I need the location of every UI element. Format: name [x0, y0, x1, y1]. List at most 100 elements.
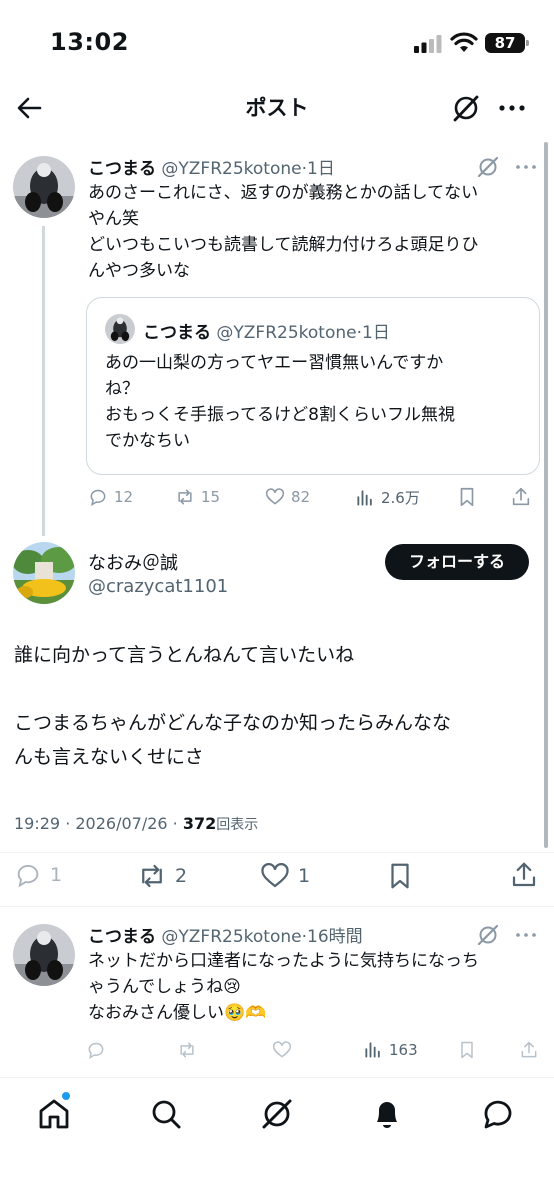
more-options-icon[interactable] [514, 155, 538, 179]
quoted-tweet[interactable]: こつまる @YZFR25kotone·1日 あの一山梨の方ってヤエー習慣無いんで… [86, 297, 540, 475]
tweet-text-line: こつまるちゃんがどんな子なのか知ったらみんなな [14, 712, 452, 734]
wifi-icon [450, 32, 478, 52]
search-icon[interactable] [148, 1096, 184, 1132]
grok-icon[interactable] [476, 923, 500, 947]
bookmark-icon[interactable] [456, 486, 478, 508]
tweet-text: 誰に向かって言うとんねんて言いたいね こつまるちゃんがどんな子なのか知ったらみん… [14, 638, 534, 774]
like-button[interactable]: 82 [265, 487, 310, 507]
author-name[interactable]: こつまる [88, 159, 156, 179]
tweet-text-line: 誰に向かって言うとんねんて言いたいね [14, 644, 355, 666]
quoted-text-line: おもっくそ手振ってるけど8割くらいフル無視 [105, 405, 455, 425]
notification-dot [62, 1092, 70, 1100]
garden-avatar-image [13, 542, 75, 604]
reply-icon[interactable] [86, 1040, 106, 1060]
divider [0, 852, 554, 853]
retweet-button[interactable]: 2 [137, 861, 187, 891]
quoted-tweet-text: あの一山梨の方ってヤエー習慣無いんですか ね？ おもっくそ手振ってるけど8割くら… [105, 350, 525, 454]
quoted-author-name: こつまる [143, 323, 211, 343]
quoted-author-handle: @YZFR25kotone [216, 323, 357, 343]
share-icon[interactable] [510, 486, 532, 508]
status-time: 13:02 [50, 28, 129, 56]
more-options-icon[interactable] [496, 92, 528, 124]
like-count: 82 [291, 488, 311, 506]
reply-button[interactable]: 12 [88, 487, 133, 507]
heart-icon [265, 488, 285, 505]
tweet-author-row[interactable]: こつまる @YZFR25kotone·1日 [88, 154, 335, 179]
views-chart-icon [365, 1042, 380, 1058]
author-name[interactable]: こつまる [88, 927, 156, 947]
tweet-text-line: やん笑 [88, 209, 139, 229]
notifications-bell-icon[interactable] [369, 1096, 405, 1132]
tweet-meta: 19:29 · 2026/07/26 · 372回表示 [14, 814, 258, 834]
tweet-time: 16時間 [307, 927, 363, 947]
tweet-timestamp: 19:29 · 2026/07/26 · [14, 814, 183, 833]
retweet-count: 2 [175, 865, 188, 887]
retweet-button[interactable]: 15 [175, 487, 220, 507]
retweet-icon[interactable] [177, 1040, 197, 1060]
avatar[interactable] [13, 156, 75, 218]
retweet-count: 15 [201, 488, 221, 506]
grok-icon[interactable] [450, 92, 482, 124]
bookmark-icon[interactable] [385, 861, 415, 891]
tweet-text-line [14, 672, 534, 706]
home-icon[interactable] [36, 1096, 72, 1132]
tweet-text-line: ネットだから口達者になったように気持ちになっち [88, 951, 479, 971]
share-icon[interactable] [519, 1040, 539, 1060]
bottom-navigation [0, 1077, 554, 1200]
retweet-icon [178, 489, 192, 505]
header: ポスト [0, 80, 554, 136]
divider [0, 906, 554, 907]
thread-line [42, 226, 45, 536]
share-icon[interactable] [509, 860, 539, 890]
view-count: 2.6万 [381, 489, 420, 507]
more-options-icon[interactable] [514, 923, 538, 947]
tweet-text-line: なおみさん優しい🥹🫶 [88, 1003, 267, 1023]
tweet-text-line: んも言えないくせにさ [14, 746, 204, 768]
quoted-tweet-time: 1日 [362, 323, 390, 343]
quoted-text-line: でかなちい [105, 431, 190, 451]
tweet-text: あのさーこれにさ、返すのが義務とかの話してない やん笑 どいつもこいつも読書して… [88, 180, 538, 284]
views-button[interactable]: 163 [363, 1040, 418, 1060]
reply-count: 12 [114, 488, 134, 506]
motorcycle-avatar-image [105, 314, 135, 344]
reply-button[interactable]: 1 [14, 861, 62, 889]
avatar[interactable] [13, 924, 75, 986]
view-label: 回表示 [216, 817, 259, 833]
heart-icon [261, 863, 289, 888]
author-name[interactable]: なおみ＠誠 [88, 549, 178, 575]
avatar[interactable] [13, 542, 75, 604]
view-count: 372 [182, 814, 217, 833]
messages-icon[interactable] [480, 1096, 516, 1132]
tweet-text: ネットだから口達者になったように気持ちになっち ゃうんでしょうね😢 なおみさん優… [88, 948, 538, 1026]
follow-button[interactable]: フォローする [385, 544, 529, 580]
bookmark-icon[interactable] [457, 1040, 477, 1060]
tweet-time: 1日 [307, 159, 335, 179]
like-button[interactable]: 1 [260, 861, 310, 891]
views-chart-icon [357, 489, 372, 506]
motorcycle-avatar-image [13, 924, 75, 986]
views-button[interactable]: 2.6万 [355, 487, 420, 508]
view-count: 163 [389, 1041, 418, 1059]
tweet-text-line: ゃうんでしょうね😢 [88, 977, 241, 997]
author-handle[interactable]: @YZFR25kotone [161, 927, 301, 947]
quoted-text-line: ね？ [105, 379, 139, 399]
reply-icon [17, 864, 39, 888]
retweet-icon [142, 864, 162, 888]
cellular-signal-icon [414, 35, 442, 53]
status-bar: 13:02 87 [0, 0, 554, 80]
tweet-text-line: んやつ多いな [88, 261, 190, 281]
scrollbar[interactable] [544, 142, 548, 848]
author-handle[interactable]: @YZFR25kotone [161, 159, 301, 179]
reply-count: 1 [50, 864, 63, 886]
grok-icon[interactable] [476, 155, 500, 179]
tweet-author-row[interactable]: こつまる @YZFR25kotone·16時間 [88, 922, 363, 947]
like-count: 1 [298, 865, 311, 887]
grok-icon[interactable] [259, 1096, 295, 1132]
author-handle[interactable]: @crazycat1101 [88, 576, 228, 597]
heart-icon[interactable] [272, 1040, 292, 1060]
tweet-text-line: どいつもこいつも読書して読解力付けろよ頭足りひ [88, 235, 479, 255]
tweet-text-line: あのさーこれにさ、返すのが義務とかの話してない [88, 183, 479, 203]
quoted-author-row: こつまる @YZFR25kotone·1日 [143, 323, 390, 343]
motorcycle-avatar-image [13, 156, 75, 218]
quoted-text-line: あの一山梨の方ってヤエー習慣無いんですか [105, 353, 444, 373]
